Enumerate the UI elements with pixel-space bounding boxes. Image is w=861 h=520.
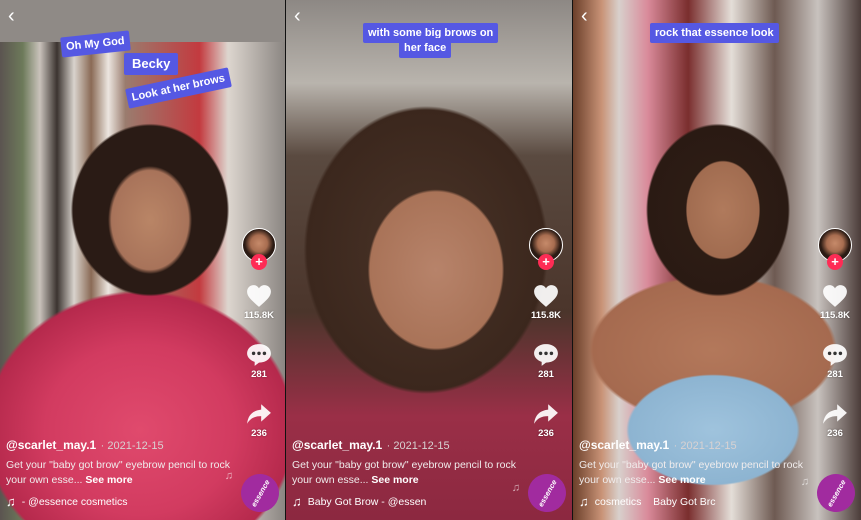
share-count: 236 bbox=[251, 428, 267, 439]
floating-note-icon: ♫ bbox=[800, 476, 809, 488]
comment-icon bbox=[247, 344, 271, 366]
share-arrow-icon bbox=[247, 404, 271, 424]
username-link[interactable]: @scarlet_may.1 bbox=[292, 438, 382, 452]
like-button[interactable]: 115.8K bbox=[531, 284, 561, 321]
text-sticker: her face bbox=[399, 38, 452, 58]
share-count: 236 bbox=[827, 428, 843, 439]
share-arrow-icon bbox=[534, 404, 558, 424]
video-panel-3[interactable]: ‹ rock that essence look + 115.8K 281 23… bbox=[573, 0, 861, 520]
music-note-icon: ♫ bbox=[292, 494, 302, 509]
creator-avatar[interactable]: + bbox=[818, 228, 852, 270]
heart-icon bbox=[247, 285, 271, 307]
action-rail: + 115.8K 281 236 bbox=[239, 228, 279, 439]
music-note-icon: ♫ bbox=[579, 494, 589, 509]
creator-avatar[interactable]: + bbox=[529, 228, 563, 270]
username-link[interactable]: @scarlet_may.1 bbox=[6, 438, 96, 452]
comment-icon bbox=[823, 344, 847, 366]
post-date: · 2021-12-15 bbox=[673, 440, 737, 452]
username-link[interactable]: @scarlet_may.1 bbox=[579, 438, 669, 452]
music-info[interactable]: ♫ - @essence cosmetics bbox=[6, 494, 233, 509]
see-more-link[interactable]: See more bbox=[371, 474, 418, 486]
comment-count: 281 bbox=[827, 369, 843, 380]
comment-icon bbox=[534, 344, 558, 366]
text-sticker: Becky bbox=[124, 53, 179, 75]
video-description: Get your "baby got brow" eyebrow pencil … bbox=[6, 459, 230, 486]
heart-icon bbox=[823, 285, 847, 307]
heart-icon bbox=[534, 285, 558, 307]
like-button[interactable]: 115.8K bbox=[820, 284, 850, 321]
video-description: Get your "baby got brow" eyebrow pencil … bbox=[292, 459, 516, 486]
creator-avatar[interactable]: + bbox=[242, 228, 276, 270]
comment-count: 281 bbox=[538, 369, 554, 380]
see-more-link[interactable]: See more bbox=[658, 474, 705, 486]
music-note-icon: ♫ bbox=[6, 494, 16, 509]
share-button[interactable]: 236 bbox=[822, 402, 848, 439]
action-rail: + 115.8K 281 236 bbox=[815, 228, 855, 439]
music-title: Baby Got Brow - @essen bbox=[307, 495, 427, 508]
video-panel-2[interactable]: ‹ with some big brows on her face + 115.… bbox=[286, 0, 572, 520]
share-count: 236 bbox=[538, 428, 554, 439]
video-meta: @scarlet_may.1 · 2021-12-15 Get your "ba… bbox=[6, 436, 233, 509]
follow-plus-icon[interactable]: + bbox=[827, 254, 843, 270]
like-button[interactable]: 115.8K bbox=[244, 284, 274, 321]
follow-plus-icon[interactable]: + bbox=[251, 254, 267, 270]
post-date: · 2021-12-15 bbox=[100, 440, 164, 452]
video-panel-1[interactable]: ‹ Oh My God Becky Look at her brows + 11… bbox=[0, 0, 285, 520]
back-icon[interactable]: ‹ bbox=[294, 6, 310, 26]
back-icon[interactable]: ‹ bbox=[581, 6, 597, 26]
share-arrow-icon bbox=[823, 404, 847, 424]
post-date: · 2021-12-15 bbox=[386, 440, 450, 452]
video-meta: @scarlet_may.1 · 2021-12-15 Get your "ba… bbox=[579, 436, 809, 509]
comment-button[interactable]: 281 bbox=[246, 343, 272, 380]
video-description: Get your "baby got brow" eyebrow pencil … bbox=[579, 459, 803, 486]
back-icon[interactable]: ‹ bbox=[8, 6, 24, 26]
comment-count: 281 bbox=[251, 369, 267, 380]
music-info[interactable]: ♫ cosmetics Baby Got Brc bbox=[579, 494, 809, 509]
music-info[interactable]: ♫ Baby Got Brow - @essen bbox=[292, 494, 520, 509]
share-button[interactable]: 236 bbox=[533, 402, 559, 439]
video-meta: @scarlet_may.1 · 2021-12-15 Get your "ba… bbox=[292, 436, 520, 509]
music-title: - @essence cosmetics bbox=[21, 495, 128, 508]
floating-note-icon: ♫ bbox=[224, 470, 233, 482]
share-button[interactable]: 236 bbox=[246, 402, 272, 439]
action-rail: + 115.8K 281 236 bbox=[526, 228, 566, 439]
floating-note-icon: ♫ bbox=[511, 482, 520, 494]
text-sticker: rock that essence look bbox=[650, 23, 779, 43]
music-title: cosmetics Baby Got Brc bbox=[594, 495, 716, 508]
comment-button[interactable]: 281 bbox=[822, 343, 848, 380]
see-more-link[interactable]: See more bbox=[85, 474, 132, 486]
like-count: 115.8K bbox=[243, 310, 275, 321]
like-count: 115.8K bbox=[819, 310, 851, 321]
comment-button[interactable]: 281 bbox=[533, 343, 559, 380]
follow-plus-icon[interactable]: + bbox=[538, 254, 554, 270]
like-count: 115.8K bbox=[530, 310, 562, 321]
